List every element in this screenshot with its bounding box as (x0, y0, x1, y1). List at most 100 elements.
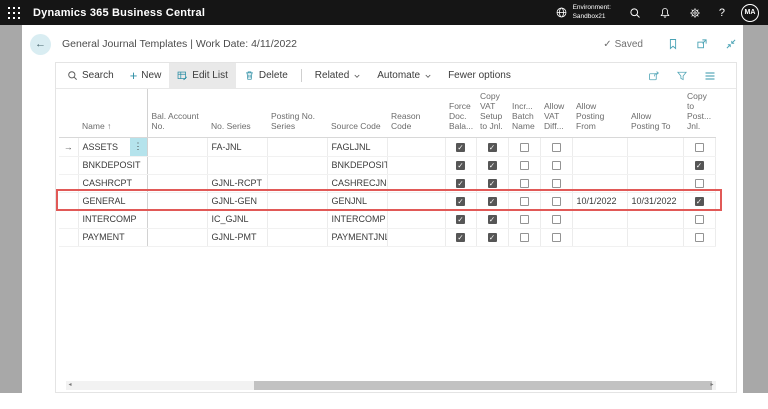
checkbox-unchecked-icon[interactable] (519, 197, 529, 207)
cell-incr_batch_name[interactable] (508, 228, 541, 247)
cell-allow_posting_to[interactable] (627, 156, 684, 175)
col-header-force_doc_balance[interactable]: Force Doc. Bala... (445, 89, 476, 138)
notifications-bell-icon[interactable] (659, 7, 671, 19)
open-in-new-window-icon[interactable] (696, 38, 708, 50)
cell-allow_posting_from[interactable] (572, 137, 628, 157)
automate-menu[interactable]: Automate (369, 63, 440, 88)
cell-name[interactable]: GENERAL (78, 192, 148, 211)
cell-force_doc_balance[interactable]: ✓ (445, 228, 477, 247)
checkbox-checked-icon[interactable]: ✓ (456, 215, 465, 225)
cell-copy_to_post_jnl[interactable] (683, 210, 716, 229)
cell-no_series[interactable]: IC_GJNL (207, 210, 268, 229)
cell-copy_vat_setup[interactable]: ✓ (476, 210, 509, 229)
cell-copy_to_post_jnl[interactable]: ✓ (683, 156, 716, 175)
right-scrollbar-gutter[interactable] (743, 25, 768, 393)
back-button[interactable]: ← (30, 33, 51, 55)
checkbox-unchecked-icon[interactable] (519, 161, 529, 171)
cell-allow_vat_diff[interactable] (540, 137, 573, 157)
collapse-icon[interactable] (725, 38, 737, 50)
cell-source_code[interactable]: CASHRECJNL (327, 174, 388, 193)
checkbox-unchecked-icon[interactable] (551, 215, 561, 225)
cell-reason_code[interactable] (387, 174, 446, 193)
cell-copy_to_post_jnl[interactable] (683, 174, 716, 193)
col-header-reason_code[interactable]: Reason Code (387, 89, 445, 138)
cell-name[interactable]: INTERCOMP (78, 210, 148, 229)
col-header-name[interactable]: Name ↑ (78, 89, 148, 138)
horizontal-scrollbar-thumb[interactable] (254, 381, 712, 390)
cell-allow_vat_diff[interactable] (540, 228, 573, 247)
checkbox-checked-icon[interactable]: ✓ (487, 179, 497, 189)
cell-reason_code[interactable] (387, 192, 446, 211)
cell-allow_posting_to[interactable]: 10/31/2022 (627, 192, 684, 211)
cell-bal_account_no[interactable] (147, 174, 208, 193)
checkbox-checked-icon[interactable]: ✓ (456, 197, 465, 207)
cell-source_code[interactable]: INTERCOMP (327, 210, 388, 229)
cell-incr_batch_name[interactable] (508, 156, 541, 175)
col-header-allow_posting_to[interactable]: Allow Posting To (627, 89, 683, 138)
checkbox-checked-icon[interactable]: ✓ (487, 142, 497, 152)
cell-allow_posting_from[interactable]: 10/1/2022 (572, 192, 628, 211)
scroll-right-arrow-icon[interactable]: ▸ (708, 381, 716, 390)
cell-no_series[interactable]: GJNL-GEN (207, 192, 268, 211)
cell-allow_posting_from[interactable] (572, 174, 628, 193)
bookmark-icon[interactable] (667, 38, 679, 50)
cell-incr_batch_name[interactable] (508, 192, 541, 211)
col-header-bal_account_no[interactable]: Bal. Account No. (147, 89, 207, 138)
delete-action[interactable]: Delete (236, 63, 296, 88)
checkbox-checked-icon[interactable]: ✓ (694, 197, 704, 207)
cell-allow_vat_diff[interactable] (540, 156, 573, 175)
cell-name[interactable]: ASSETS ⋮ (78, 137, 148, 157)
cell-source_code[interactable]: PAYMENTJNL (327, 228, 388, 247)
checkbox-unchecked-icon[interactable] (551, 233, 561, 243)
edit-list-action[interactable]: Edit List (169, 63, 236, 88)
cell-allow_vat_diff[interactable] (540, 174, 573, 193)
cell-name[interactable]: CASHRCPT (78, 174, 148, 193)
share-icon[interactable] (648, 70, 660, 82)
checkbox-checked-icon[interactable]: ✓ (456, 233, 465, 243)
cell-copy_vat_setup[interactable]: ✓ (476, 156, 509, 175)
checkbox-unchecked-icon[interactable] (519, 233, 529, 243)
cell-copy_to_post_jnl[interactable] (683, 137, 716, 157)
cell-source_code[interactable]: GENJNL (327, 192, 388, 211)
cell-posting_no_series[interactable] (267, 210, 328, 229)
cell-bal_account_no[interactable] (147, 156, 208, 175)
col-header-no_series[interactable]: No. Series (207, 89, 267, 138)
cell-posting_no_series[interactable] (267, 156, 328, 175)
cell-allow_posting_to[interactable] (627, 210, 684, 229)
checkbox-checked-icon[interactable]: ✓ (456, 179, 465, 189)
checkbox-checked-icon[interactable]: ✓ (487, 215, 497, 225)
checkbox-unchecked-icon[interactable] (519, 142, 529, 152)
cell-source_code[interactable]: BNKDEPOSIT (327, 156, 388, 175)
cell-allow_posting_from[interactable] (572, 228, 628, 247)
cell-reason_code[interactable] (387, 156, 446, 175)
cell-copy_vat_setup[interactable]: ✓ (476, 228, 509, 247)
cell-allow_posting_from[interactable] (572, 210, 628, 229)
filter-icon[interactable] (676, 70, 688, 82)
list-view-icon[interactable] (704, 70, 716, 82)
checkbox-checked-icon[interactable]: ✓ (487, 197, 497, 207)
checkbox-unchecked-icon[interactable] (551, 142, 561, 152)
search-icon[interactable] (629, 7, 641, 19)
cell-copy_vat_setup[interactable]: ✓ (476, 192, 509, 211)
checkbox-checked-icon[interactable]: ✓ (694, 161, 704, 171)
search-action[interactable]: Search (59, 63, 122, 88)
checkbox-unchecked-icon[interactable] (551, 179, 561, 189)
cell-allow_posting_from[interactable] (572, 156, 628, 175)
cell-allow_posting_to[interactable] (627, 174, 684, 193)
cell-posting_no_series[interactable] (267, 192, 328, 211)
checkbox-unchecked-icon[interactable] (694, 142, 704, 152)
checkbox-checked-icon[interactable]: ✓ (487, 233, 497, 243)
cell-copy_to_post_jnl[interactable] (683, 228, 716, 247)
checkbox-checked-icon[interactable]: ✓ (456, 142, 465, 152)
cell-copy_vat_setup[interactable]: ✓ (476, 174, 509, 193)
cell-posting_no_series[interactable] (267, 228, 328, 247)
cell-copy_to_post_jnl[interactable]: ✓ (683, 192, 716, 211)
checkbox-checked-icon[interactable]: ✓ (487, 161, 497, 171)
cell-force_doc_balance[interactable]: ✓ (445, 210, 477, 229)
col-header-copy_vat_setup[interactable]: Copy VAT Setup to Jnl. (476, 89, 508, 138)
help-icon[interactable]: ? (719, 7, 725, 19)
col-header-incr_batch_name[interactable]: Incr... Batch Name (508, 89, 540, 138)
checkbox-unchecked-icon[interactable] (519, 179, 529, 189)
checkbox-unchecked-icon[interactable] (694, 179, 704, 189)
cell-posting_no_series[interactable] (267, 137, 328, 157)
